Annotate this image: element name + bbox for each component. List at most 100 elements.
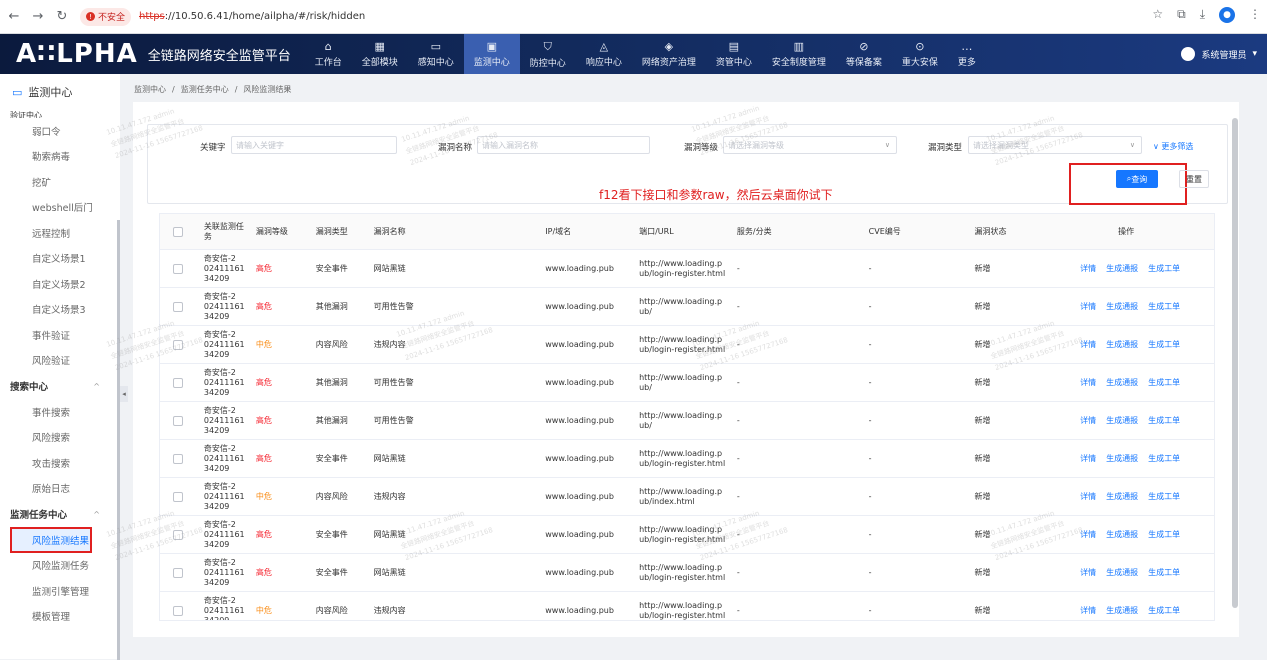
more-filter-link[interactable]: ∨ 更多筛选 <box>1153 141 1193 152</box>
query-button[interactable]: ⌕ 查询 <box>1116 170 1158 188</box>
forward-icon[interactable]: → <box>28 7 48 27</box>
row-checkbox[interactable] <box>172 301 183 312</box>
topnav-screen[interactable]: ▣ 监测中心 <box>463 34 520 74</box>
bookmark-star-icon[interactable]: ☆ <box>1152 7 1163 23</box>
topnav-shield[interactable]: ⛉ 防控中心 <box>520 34 576 74</box>
url-text[interactable]: https://10.50.6.41/home/ailpha/#/risk/hi… <box>139 11 365 22</box>
generate-report-link[interactable]: 生成通报 <box>1106 530 1138 540</box>
row-checkbox[interactable] <box>172 567 183 578</box>
row-checkbox[interactable] <box>172 491 183 502</box>
generate-report-link[interactable]: 生成通报 <box>1106 416 1138 426</box>
address-bar[interactable]: ! 不安全 https://10.50.6.41/home/ailpha/#/ri… <box>80 6 365 28</box>
breadcrumb-item[interactable]: 风险监测结果 <box>243 85 291 94</box>
breadcrumb-item[interactable]: 监测中心 <box>134 85 166 94</box>
row-checkbox[interactable] <box>172 453 183 464</box>
select-all-checkbox[interactable] <box>172 226 183 237</box>
detail-link[interactable]: 详情 <box>1080 606 1096 616</box>
row-checkbox[interactable] <box>172 339 183 350</box>
generate-ticket-link[interactable]: 生成工单 <box>1148 530 1180 540</box>
topnav-alarm[interactable]: ◬ 响应中心 <box>576 34 632 74</box>
generate-ticket-link[interactable]: 生成工单 <box>1148 264 1180 274</box>
profile-avatar[interactable]: ● <box>1219 7 1235 23</box>
sidebar-item[interactable]: 自定义场景1 <box>0 246 120 272</box>
generate-ticket-link[interactable]: 生成工单 <box>1148 454 1180 464</box>
detail-link[interactable]: 详情 <box>1080 454 1096 464</box>
sidebar-item[interactable]: 风险验证 <box>0 348 120 374</box>
topnav-rule[interactable]: ▥ 安全制度管理 <box>762 34 836 74</box>
row-checkbox[interactable] <box>172 605 183 616</box>
topnav-more[interactable]: … 更多 <box>948 34 986 74</box>
sidebar-item[interactable]: 勒索病毒 <box>0 144 120 170</box>
generate-report-link[interactable]: 生成通报 <box>1106 340 1138 350</box>
detail-link[interactable]: 详情 <box>1080 568 1096 578</box>
generate-report-link[interactable]: 生成通报 <box>1106 606 1138 616</box>
generate-report-link[interactable]: 生成通报 <box>1106 568 1138 578</box>
row-checkbox[interactable] <box>172 263 183 274</box>
generate-ticket-link[interactable]: 生成工单 <box>1148 606 1180 616</box>
sidebar-item[interactable]: 攻击搜索 <box>0 450 120 476</box>
topnav-check[interactable]: ⊘ 等保备案 <box>836 34 892 74</box>
detail-link[interactable]: 详情 <box>1080 378 1096 388</box>
sidebar-scrollbar[interactable] <box>117 220 120 660</box>
generate-ticket-link[interactable]: 生成工单 <box>1148 492 1180 502</box>
detail-link[interactable]: 详情 <box>1080 416 1096 426</box>
sidebar-item[interactable]: 挖矿 <box>0 169 120 195</box>
sidebar-item[interactable]: 模板管理 <box>0 604 120 630</box>
sidebar-item[interactable]: 原始日志 <box>0 476 120 502</box>
keyword-input[interactable]: 请输入关键字 <box>231 136 397 154</box>
topnav-monitor[interactable]: ▭ 感知中心 <box>408 34 464 74</box>
vulname-input[interactable]: 请输入漏洞名称 <box>477 136 650 154</box>
type-select[interactable]: 请选择漏洞类型 ∨ <box>968 136 1142 154</box>
generate-ticket-link[interactable]: 生成工单 <box>1148 340 1180 350</box>
sidebar-item[interactable]: 事件验证 <box>0 322 120 348</box>
generate-report-link[interactable]: 生成通报 <box>1106 454 1138 464</box>
detail-link[interactable]: 详情 <box>1080 492 1096 502</box>
content-scrollbar[interactable] <box>1232 118 1238 608</box>
breadcrumb-item[interactable]: 监测任务中心 <box>181 85 229 94</box>
row-checkbox[interactable] <box>172 415 183 426</box>
sidebar-item[interactable]: 自定义场景3 <box>0 297 120 323</box>
sidebar-item[interactable]: webshell后门 <box>0 195 120 221</box>
generate-ticket-link[interactable]: 生成工单 <box>1148 568 1180 578</box>
sidebar-group-task[interactable]: 监测任务中心 ^ <box>0 501 120 527</box>
generate-ticket-link[interactable]: 生成工单 <box>1148 416 1180 426</box>
sidebar-item[interactable]: 风险监测任务 <box>0 553 120 579</box>
generate-report-link[interactable]: 生成通报 <box>1106 492 1138 502</box>
detail-link[interactable]: 详情 <box>1080 302 1096 312</box>
reload-icon[interactable]: ↻ <box>52 7 72 27</box>
topnav-guard[interactable]: ⊙ 重大安保 <box>892 34 948 74</box>
sidebar-group-search[interactable]: 搜索中心 ^ <box>0 373 120 399</box>
generate-ticket-link[interactable]: 生成工单 <box>1148 378 1180 388</box>
generate-report-link[interactable]: 生成通报 <box>1106 378 1138 388</box>
detail-link[interactable]: 详情 <box>1080 264 1096 274</box>
home-icon: ⌂ <box>324 40 332 53</box>
download-icon[interactable]: ⤓ <box>1200 7 1205 23</box>
sidebar-item[interactable]: 自定义场景2 <box>0 271 120 297</box>
topnav-asset[interactable]: ◈ 网络资产治理 <box>632 34 706 74</box>
row-checkbox[interactable] <box>172 377 183 388</box>
detail-link[interactable]: 详情 <box>1080 340 1096 350</box>
extensions-icon[interactable]: ⧉ <box>1177 7 1186 23</box>
topnav-doc[interactable]: ▤ 资管中心 <box>706 34 762 74</box>
topnav-grid[interactable]: ▦ 全部模块 <box>352 34 408 74</box>
insecure-badge[interactable]: ! 不安全 <box>80 7 132 26</box>
reset-button[interactable]: 重置 <box>1179 170 1209 188</box>
sidebar-item[interactable]: 事件搜索 <box>0 399 120 425</box>
back-icon[interactable]: ← <box>4 7 24 27</box>
sidebar-group-verify[interactable]: 验证中心 <box>0 110 120 118</box>
sidebar-item[interactable]: 风险监测结果 <box>10 527 92 553</box>
user-menu[interactable]: 系统管理员 ▾ <box>1181 47 1257 61</box>
sidebar-item[interactable]: 监测引擎管理 <box>0 578 120 604</box>
sidebar-item[interactable]: 远程控制 <box>0 220 120 246</box>
level-select[interactable]: 请选择漏洞等级 ∨ <box>723 136 897 154</box>
browser-menu-icon[interactable]: ⋮ <box>1249 7 1261 23</box>
topnav-home[interactable]: ⌂ 工作台 <box>305 34 352 74</box>
sidebar-item[interactable]: 弱口令 <box>0 118 120 144</box>
sidebar-item[interactable]: 风险搜索 <box>0 425 120 451</box>
collapse-sidebar-icon[interactable]: ◂ <box>120 386 128 402</box>
generate-report-link[interactable]: 生成通报 <box>1106 302 1138 312</box>
generate-ticket-link[interactable]: 生成工单 <box>1148 302 1180 312</box>
row-checkbox[interactable] <box>172 529 183 540</box>
detail-link[interactable]: 详情 <box>1080 530 1096 540</box>
generate-report-link[interactable]: 生成通报 <box>1106 264 1138 274</box>
